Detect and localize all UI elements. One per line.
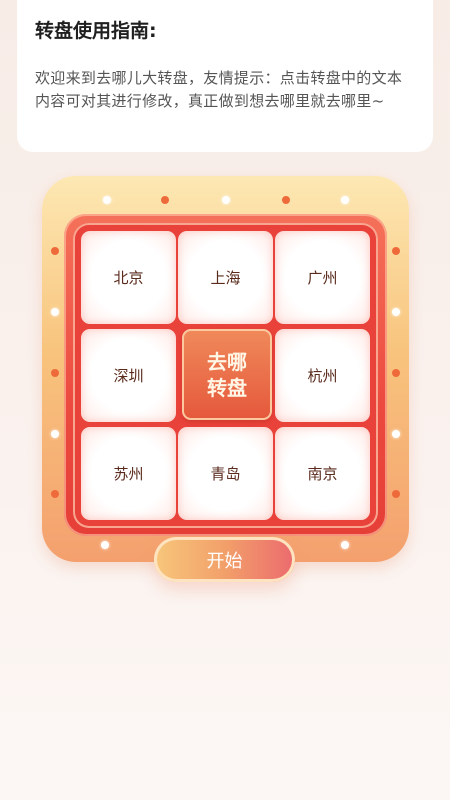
wheel-cell[interactable]: 青岛 <box>178 427 273 520</box>
light-dot <box>51 308 59 316</box>
light-dot <box>282 196 290 204</box>
light-dot <box>392 369 400 377</box>
light-dot <box>51 430 59 438</box>
light-dot <box>51 369 59 377</box>
light-dot <box>222 196 230 204</box>
light-dot <box>51 490 59 498</box>
center-title-line1: 去哪 <box>207 349 247 374</box>
light-dot <box>392 490 400 498</box>
wheel-cell[interactable]: 南京 <box>275 427 370 520</box>
light-dot <box>341 196 349 204</box>
wheel-cell[interactable]: 杭州 <box>275 329 370 422</box>
light-dot <box>51 247 59 255</box>
wheel-center-title: 去哪 转盘 <box>182 329 272 420</box>
wheel-cell[interactable]: 深圳 <box>81 329 176 422</box>
light-dot <box>392 308 400 316</box>
light-dot <box>161 196 169 204</box>
start-button[interactable]: 开始 <box>154 537 295 582</box>
guide-title: 转盘使用指南: <box>35 20 157 42</box>
guide-text: 欢迎来到去哪儿大转盘，友情提示：点击转盘中的文本内容可对其进行修改，真正做到想去… <box>35 69 403 110</box>
wheel-cell[interactable]: 上海 <box>178 231 273 324</box>
center-title-line2: 转盘 <box>207 375 247 400</box>
wheel-cell[interactable]: 苏州 <box>81 427 176 520</box>
light-dot <box>101 541 109 549</box>
light-dot <box>392 430 400 438</box>
light-dot <box>392 247 400 255</box>
wheel-cell[interactable]: 北京 <box>81 231 176 324</box>
guide-card: 转盘使用指南: 欢迎来到去哪儿大转盘，友情提示：点击转盘中的文本内容可对其进行修… <box>17 0 433 152</box>
wheel-cell[interactable]: 广州 <box>275 231 370 324</box>
light-dot <box>341 541 349 549</box>
light-dot <box>103 196 111 204</box>
